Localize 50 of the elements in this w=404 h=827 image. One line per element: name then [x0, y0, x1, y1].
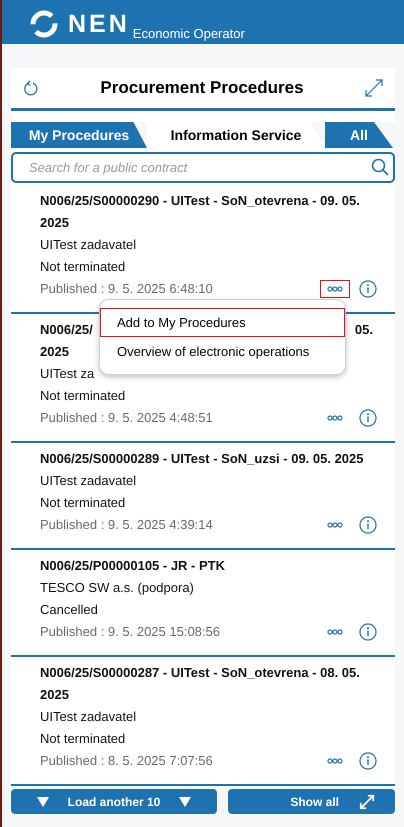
show-all-button[interactable]: Show all	[228, 789, 395, 814]
buyer-name: UITest zadavatel	[40, 708, 138, 726]
load-more-button[interactable]: Load another 10	[11, 789, 217, 814]
buyer-name: TESCO SW a.s. (podpora)	[40, 579, 195, 597]
more-icon	[327, 629, 343, 635]
procedure-title[interactable]: N006/25/S00000289 - UITest - SoN_uzsi - 09. 05. 2025	[40, 448, 377, 470]
info-icon[interactable]	[359, 516, 377, 534]
more-icon	[327, 758, 343, 764]
procedure-title[interactable]: N006/25/P00000105 - JR - PTK	[40, 555, 377, 577]
header-subtitle: Economic Operator	[132, 26, 245, 42]
procedure-title[interactable]: N006/25/S00000287 - UITest - SoN_otevrena - 08. 05. 2025	[40, 662, 377, 706]
more-button[interactable]	[320, 280, 350, 298]
tab[interactable]: Information Service	[147, 122, 325, 148]
buyer-name: UITest zadavatel	[40, 236, 138, 254]
logo-icon	[28, 10, 60, 38]
published-date: Published : 9. 5. 2025 15:08:56	[40, 623, 220, 641]
triangle-down-icon	[179, 796, 191, 806]
published-date: Published : 9. 5. 2025 4:48:51	[40, 409, 213, 427]
procedure-status: Not terminated	[40, 387, 126, 405]
search-icon[interactable]	[371, 158, 389, 176]
tab[interactable]: My Procedures	[11, 122, 147, 148]
procedure-status: Cancelled	[40, 601, 99, 619]
logo-text: NEN	[68, 9, 130, 40]
published-date: Published : 9. 5. 2025 6:48:10	[40, 280, 213, 298]
procedure-status: Not terminated	[40, 494, 126, 512]
procedure-title[interactable]: 05.	[354, 319, 373, 341]
procedure-title[interactable]: N006/25/	[40, 319, 93, 341]
info-icon[interactable]	[359, 752, 377, 770]
info-icon[interactable]	[359, 409, 377, 427]
expand-icon[interactable]	[364, 79, 383, 97]
panel-title: Procurement Procedures	[100, 77, 304, 100]
procedure-status: Not terminated	[40, 730, 126, 748]
tab[interactable]: All	[325, 122, 393, 148]
expand-icon	[359, 794, 375, 810]
menu-item[interactable]: Add to My Procedures	[100, 308, 345, 337]
buyer-name: UITest zadavatel	[40, 472, 138, 490]
published-date: Published : 9. 5. 2025 4:39:14	[40, 516, 213, 534]
refresh-icon[interactable]	[23, 80, 39, 96]
triangle-down-icon	[37, 796, 49, 806]
buyer-name: UITest za	[40, 365, 96, 383]
published-date: Published : 8. 5. 2025 7:07:56	[40, 752, 213, 770]
procedure-title[interactable]: N006/25/S00000290 - UITest - SoN_otevrena - 09. 05. 2025	[40, 190, 377, 234]
menu-item[interactable]: Overview of electronic operations	[100, 337, 345, 366]
procedure-status: Not terminated	[40, 258, 126, 276]
more-icon	[327, 522, 343, 528]
info-icon[interactable]	[359, 623, 377, 641]
search-field[interactable]: Search for a public contract	[11, 152, 395, 183]
info-icon[interactable]	[359, 280, 377, 298]
more-icon	[327, 415, 343, 421]
more-icon	[327, 286, 343, 292]
